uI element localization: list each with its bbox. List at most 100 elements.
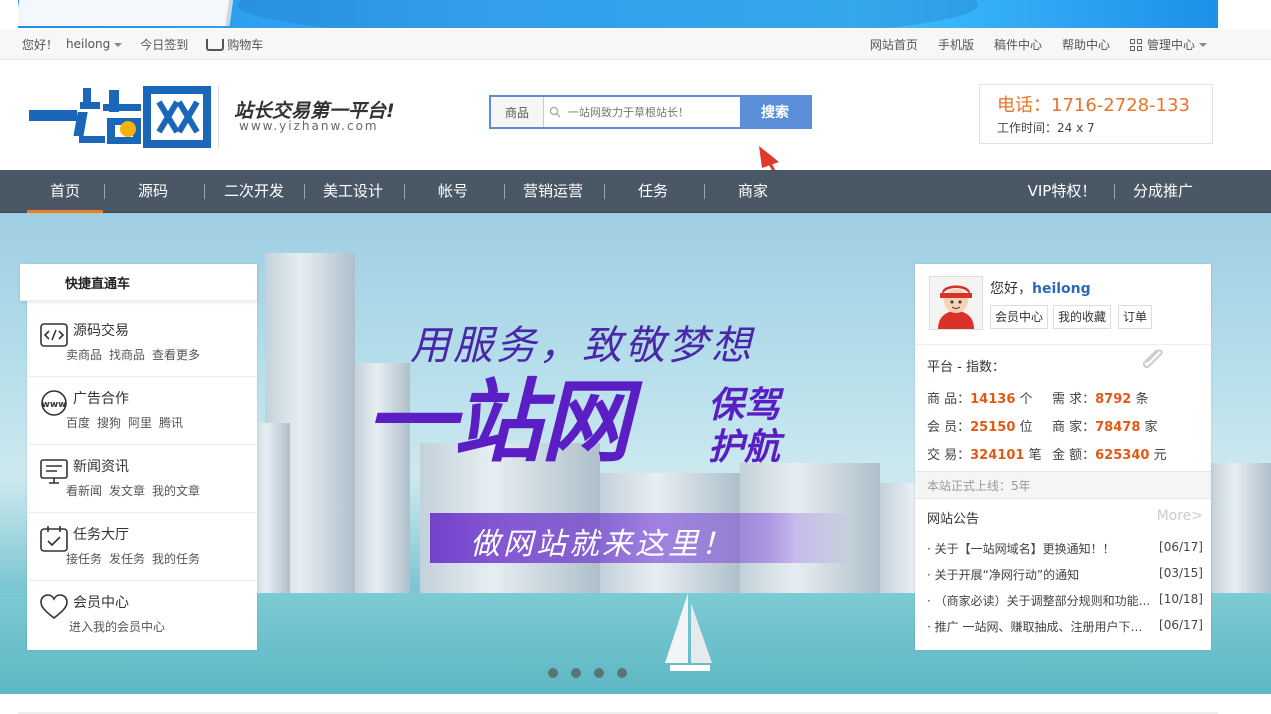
greeting: 您好！ <box>22 37 59 52</box>
stat-amount: 金 额：625340 元 <box>1052 448 1167 463</box>
carousel-dot[interactable] <box>617 668 627 678</box>
nav-item-marketing[interactable]: 营销运营 <box>514 170 592 212</box>
greeting: 您好，heilong <box>990 278 1091 298</box>
banner-decoration <box>238 0 978 28</box>
more-link[interactable]: More> <box>1157 508 1203 524</box>
carousel-dot[interactable] <box>548 668 558 678</box>
quick-link[interactable]: 我的文章 <box>152 482 200 499</box>
avatar[interactable] <box>929 276 983 330</box>
quick-item-links: 百度 搜狗 阿里 腾讯 <box>66 414 183 431</box>
top-banner-ad[interactable] <box>18 0 1218 28</box>
nav-item-design[interactable]: 美工设计 <box>314 170 392 212</box>
avatar-image <box>930 277 982 329</box>
stat-transactions: 交 易：324101 笔 <box>927 448 1042 463</box>
notice-text: · 关于【一站网域名】更换通知！！ <box>927 542 1115 556</box>
search-button[interactable]: 搜索 <box>740 97 810 127</box>
notice-title: 网站公告 <box>927 512 980 527</box>
calendar-icon <box>40 526 68 552</box>
site-logo[interactable] <box>27 82 212 148</box>
notice-item[interactable]: · （商家必读）关于调整部分规则和功能... [10/18] <box>927 592 1203 609</box>
nav-item-account[interactable]: 帐号 <box>415 170 491 212</box>
stats-title: 平台 - 指数： <box>927 360 1005 375</box>
quick-item-news[interactable]: 新闻资讯 看新闻 发文章 我的文章 <box>27 444 257 513</box>
nav-item-dev[interactable]: 二次开发 <box>215 170 293 212</box>
paperclip-icon <box>1142 349 1163 369</box>
quick-item-name: 源码交易 <box>73 323 129 339</box>
quick-item-links: 卖商品 找商品 查看更多 <box>66 346 200 363</box>
nav-item-tasks[interactable]: 任务 <box>615 170 691 212</box>
quick-item-name: 任务大厅 <box>73 527 129 543</box>
user-panel: 您好，heilong 会员中心 我的收藏 订单 平台 - 指数： 商 品：141… <box>915 264 1211 650</box>
orders-button[interactable]: 订单 <box>1118 305 1153 329</box>
main-nav: 首页 源码 二次开发 美工设计 帐号 营销运营 任务 商家 VIP特权！ 分成推… <box>0 170 1271 214</box>
hero-brand: 一站网 <box>365 370 631 475</box>
contact-box: 电话：1716-2728-133 工作时间：24 x 7 <box>979 84 1213 144</box>
quick-link[interactable]: 腾讯 <box>159 414 183 431</box>
quick-item-source[interactable]: 源码交易 卖商品 找商品 查看更多 <box>27 308 257 377</box>
cart-link[interactable]: 购物车 <box>206 36 263 53</box>
code-icon <box>40 323 68 347</box>
search-input[interactable] <box>566 97 740 127</box>
notice-text: · 推广 一站网、赚取抽成、注册用户下单... <box>927 620 1152 634</box>
quick-item-ads[interactable]: www 广告合作 百度 搜狗 阿里 腾讯 <box>27 376 257 445</box>
nav-item-merchants[interactable]: 商家 <box>715 170 791 212</box>
hero-subline: 做网站就来这里！ <box>470 527 734 562</box>
admin-menu[interactable]: 管理中心 <box>1129 36 1207 53</box>
sailboat-graphic <box>665 593 712 671</box>
checkin-link[interactable]: 今日签到 <box>140 36 188 53</box>
carousel-dot[interactable] <box>594 668 604 678</box>
nav-item-source[interactable]: 源码 <box>115 170 191 212</box>
quick-link[interactable]: 卖商品 <box>66 346 102 363</box>
quick-item-member[interactable]: 会员中心 进入我的会员中心 <box>27 580 257 648</box>
stat-merchants: 商 家：78478 家 <box>1052 420 1158 435</box>
link-manuscript[interactable]: 稿件中心 <box>994 36 1042 53</box>
quick-item-tasks[interactable]: 任务大厅 接任务 发任务 我的任务 <box>27 512 257 581</box>
quick-link[interactable]: 找商品 <box>109 346 145 363</box>
chevron-down-icon <box>114 42 123 47</box>
notice-date: [06/17] <box>1159 540 1203 554</box>
quick-link[interactable]: 搜狗 <box>97 414 121 431</box>
notice-item[interactable]: · 推广 一站网、赚取抽成、注册用户下单... [06/17] <box>927 618 1203 635</box>
quick-link[interactable]: 查看更多 <box>152 346 200 363</box>
quick-panel-title: 快捷直通车 <box>65 277 131 292</box>
nav-item-home[interactable]: 首页 <box>27 170 103 213</box>
quick-link[interactable]: 阿里 <box>128 414 152 431</box>
notice-text: · 关于开展“净网行动”的通知 <box>927 568 1080 582</box>
notice-date: [06/17] <box>1159 618 1203 632</box>
hero-headline: 用服务，致敬梦想 <box>410 323 754 369</box>
notice-item[interactable]: · 关于开展“净网行动”的通知 [03/15] <box>927 566 1203 583</box>
notice-item[interactable]: · 关于【一站网域名】更换通知！！ [06/17] <box>927 540 1203 557</box>
building-graphic <box>1211 463 1271 613</box>
utility-bar: 您好！ heilong 今日签到 购物车 网站首页 手机版 稿件中心 帮助中心 … <box>0 29 1271 60</box>
stat-products: 商 品：14136 个 <box>927 392 1033 407</box>
notice-text: · （商家必读）关于调整部分规则和功能... <box>927 594 1151 608</box>
favorites-button[interactable]: 我的收藏 <box>1053 305 1112 329</box>
logo-graphic <box>29 86 211 148</box>
search-category-select[interactable]: 商品 <box>491 97 544 127</box>
link-help[interactable]: 帮助中心 <box>1062 36 1110 53</box>
quick-link[interactable]: 接任务 <box>66 550 102 567</box>
cart-label: 购物车 <box>227 37 264 52</box>
quick-item-name: 广告合作 <box>73 391 129 407</box>
username-link[interactable]: heilong <box>1032 281 1091 297</box>
quick-link[interactable]: 我的任务 <box>152 550 200 567</box>
carousel-dot[interactable] <box>571 668 581 678</box>
member-center-button[interactable]: 会员中心 <box>990 305 1049 329</box>
work-hours: 工作时间：24 x 7 <box>997 121 1095 135</box>
nav-item-vip[interactable]: VIP特权！ <box>1020 170 1104 212</box>
quick-link[interactable]: 看新闻 <box>66 482 102 499</box>
notice-date: [03/15] <box>1159 566 1203 580</box>
domain-text: www.yizhanw.com <box>239 119 379 133</box>
quick-link[interactable]: 进入我的会员中心 <box>69 618 165 635</box>
hello-text: 您好， <box>990 281 1032 297</box>
quick-link[interactable]: 发文章 <box>109 482 145 499</box>
grid-icon <box>1129 39 1142 51</box>
admin-label: 管理中心 <box>1146 37 1195 52</box>
quick-link[interactable]: 发任务 <box>109 550 145 567</box>
link-mobile[interactable]: 手机版 <box>938 36 974 53</box>
username-link[interactable]: heilong <box>66 37 110 51</box>
user-menu[interactable]: heilong <box>66 37 123 51</box>
quick-link[interactable]: 百度 <box>66 414 90 431</box>
nav-item-affiliate[interactable]: 分成推广 <box>1124 170 1202 212</box>
link-home[interactable]: 网站首页 <box>870 36 918 53</box>
